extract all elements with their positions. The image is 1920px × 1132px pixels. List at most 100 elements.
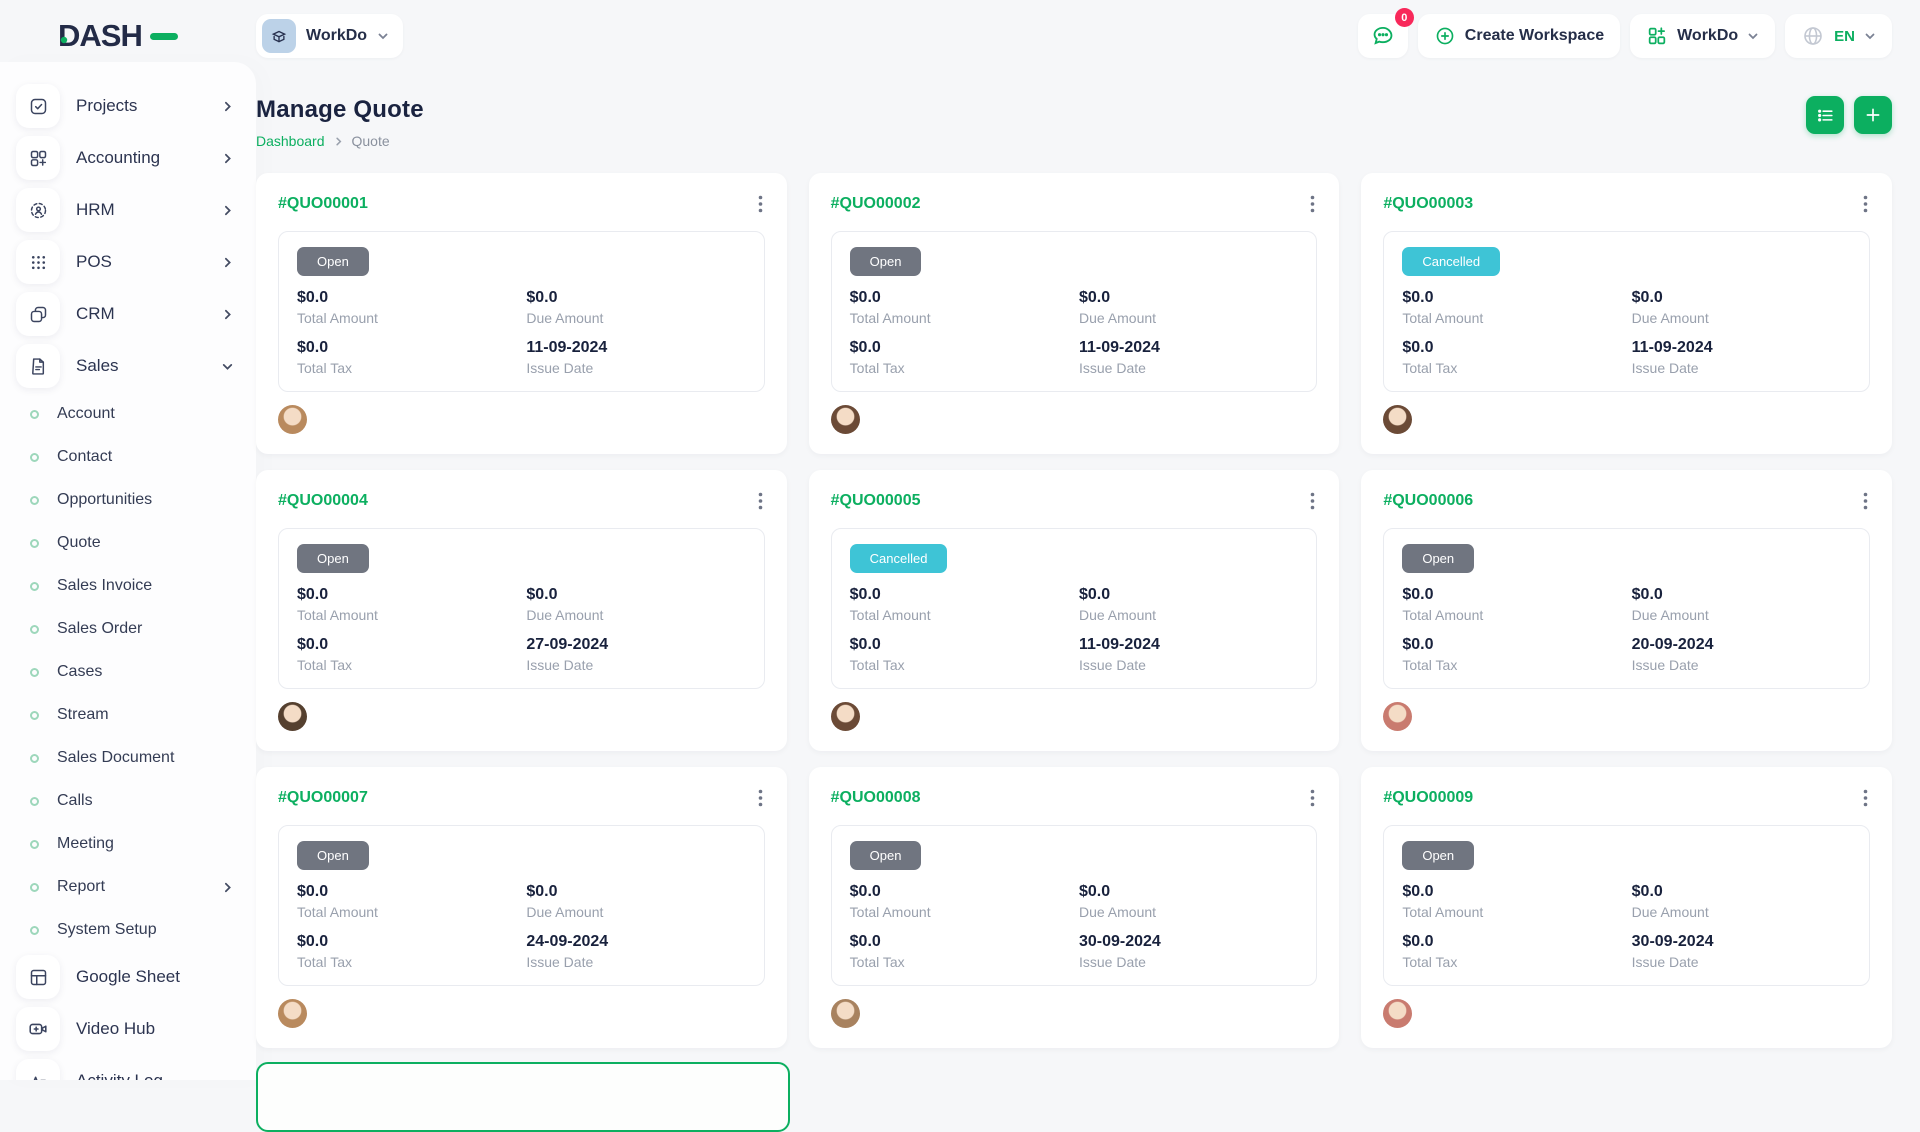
quote-id-link[interactable]: #QUO00008 [831, 789, 921, 807]
add-quote-button[interactable] [1854, 96, 1892, 134]
sidebar-subitem-meeting[interactable]: Meeting [16, 826, 242, 862]
total-tax-value: $0.0 [850, 933, 1069, 951]
sidebar-subitem-account[interactable]: Account [16, 396, 242, 432]
sidebar-subitem-cases[interactable]: Cases [16, 654, 242, 690]
brand-logo[interactable]: DASH [0, 16, 256, 56]
kebab-menu-icon[interactable] [756, 490, 765, 512]
total-amount-value: $0.0 [1402, 883, 1621, 901]
avatar[interactable] [1383, 702, 1412, 731]
app-switcher-button[interactable]: WorkDo [1630, 14, 1775, 58]
kebab-menu-icon[interactable] [1861, 490, 1870, 512]
sidebar-subitem-label: Opportunities [57, 491, 152, 509]
sidebar-subitem-sales-order[interactable]: Sales Order [16, 611, 242, 647]
add-quote-card[interactable] [256, 1062, 790, 1132]
sidebar-item-hrm[interactable]: HRM [16, 188, 242, 232]
avatar[interactable] [278, 405, 307, 434]
sidebar-subitem-label: Sales Order [57, 620, 142, 638]
sidebar-item-label: Video Hub [76, 1019, 155, 1039]
status-badge: Cancelled [1402, 247, 1500, 276]
bullet-circle-icon [30, 840, 39, 849]
sidebar-subitem-system-setup[interactable]: System Setup [16, 912, 242, 948]
avatar[interactable] [831, 999, 860, 1028]
total-tax-label: Total Tax [850, 954, 1069, 970]
chevron-right-icon [221, 881, 234, 894]
sidebar-subitem-contact[interactable]: Contact [16, 439, 242, 475]
quote-id-link[interactable]: #QUO00003 [1383, 195, 1473, 213]
create-workspace-button[interactable]: Create Workspace [1418, 14, 1620, 58]
quote-id-link[interactable]: #QUO00001 [278, 195, 368, 213]
sidebar-main-nav: Projects Accounting HRM POS CRM Sales [0, 84, 256, 388]
due-amount-label: Due Amount [1632, 607, 1851, 623]
kebab-menu-icon[interactable] [1308, 490, 1317, 512]
avatar[interactable] [831, 702, 860, 731]
chevron-down-icon [221, 360, 234, 373]
quote-card: #QUO00008 Open $0.0Total Amount $0.0Due … [809, 767, 1340, 1048]
sidebar-subitem-sales-invoice[interactable]: Sales Invoice [16, 568, 242, 604]
language-button[interactable]: EN [1785, 14, 1892, 58]
due-amount-label: Due Amount [1632, 904, 1851, 920]
sidebar-item-pos[interactable]: POS [16, 240, 242, 284]
sidebar-subitem-opportunities[interactable]: Opportunities [16, 482, 242, 518]
quotes-grid: #QUO00001 Open $0.0Total Amount $0.0Due … [256, 173, 1892, 1048]
quote-id-link[interactable]: #QUO00006 [1383, 492, 1473, 510]
total-amount-value: $0.0 [297, 586, 516, 604]
kebab-menu-icon[interactable] [1861, 787, 1870, 809]
kebab-menu-icon[interactable] [1861, 193, 1870, 215]
sidebar-subitem-label: Sales Invoice [57, 577, 152, 595]
quote-details-box: Open $0.0Total Amount $0.0Due Amount $0.… [831, 231, 1318, 392]
hrm-icon [16, 188, 60, 232]
avatar[interactable] [1383, 405, 1412, 434]
total-amount-value: $0.0 [1402, 289, 1621, 307]
main-content: Manage Quote Dashboard Quote #QUO00001 [256, 62, 1920, 1080]
total-tax-value: $0.0 [850, 636, 1069, 654]
sidebar-subitem-label: Account [57, 405, 115, 423]
sidebar-item-video-hub[interactable]: Video Hub [16, 1007, 242, 1051]
avatar[interactable] [278, 702, 307, 731]
messages-button[interactable]: 0 [1358, 14, 1408, 58]
sidebar-item-sales[interactable]: Sales [16, 344, 242, 388]
kebab-menu-icon[interactable] [756, 787, 765, 809]
kebab-menu-icon[interactable] [1308, 787, 1317, 809]
quote-id-link[interactable]: #QUO00005 [831, 492, 921, 510]
quote-id-link[interactable]: #QUO00009 [1383, 789, 1473, 807]
quote-details-box: Open $0.0Total Amount $0.0Due Amount $0.… [1383, 528, 1870, 689]
breadcrumb-dashboard-link[interactable]: Dashboard [256, 133, 325, 149]
issue-date-value: 11-09-2024 [526, 339, 745, 357]
sidebar-subitem-stream[interactable]: Stream [16, 697, 242, 733]
avatar[interactable] [1383, 999, 1412, 1028]
avatar[interactable] [278, 999, 307, 1028]
bullet-circle-icon [30, 539, 39, 548]
status-badge: Open [850, 247, 922, 276]
total-tax-value: $0.0 [297, 933, 516, 951]
chevron-right-icon [221, 152, 234, 165]
sidebar-subitem-quote[interactable]: Quote [16, 525, 242, 561]
list-view-button[interactable] [1806, 96, 1844, 134]
sidebar-subitem-sales-document[interactable]: Sales Document [16, 740, 242, 776]
sidebar-item-crm[interactable]: CRM [16, 292, 242, 336]
chevron-right-icon [221, 308, 234, 321]
quote-id-link[interactable]: #QUO00007 [278, 789, 368, 807]
issue-date-value: 30-09-2024 [1632, 933, 1851, 951]
avatar[interactable] [831, 405, 860, 434]
sidebar-subitem-report[interactable]: Report [16, 869, 242, 905]
globe-icon [1801, 24, 1825, 48]
sidebar-subitem-calls[interactable]: Calls [16, 783, 242, 819]
quote-id-link[interactable]: #QUO00004 [278, 492, 368, 510]
sidebar-item-activity-log[interactable]: Activity Log [16, 1059, 242, 1080]
sidebar-item-google-sheet[interactable]: Google Sheet [16, 955, 242, 999]
sidebar-item-accounting[interactable]: Accounting [16, 136, 242, 180]
sidebar-item-projects[interactable]: Projects [16, 84, 242, 128]
accounting-icon [16, 136, 60, 180]
kebab-menu-icon[interactable] [1308, 193, 1317, 215]
total-amount-label: Total Amount [1402, 310, 1621, 326]
quote-id-link[interactable]: #QUO00002 [831, 195, 921, 213]
issue-date-value: 11-09-2024 [1632, 339, 1851, 357]
quote-card: #QUO00001 Open $0.0Total Amount $0.0Due … [256, 173, 787, 454]
create-workspace-label: Create Workspace [1465, 27, 1604, 45]
due-amount-label: Due Amount [1632, 310, 1851, 326]
due-amount-label: Due Amount [1079, 310, 1298, 326]
due-amount-value: $0.0 [526, 586, 745, 604]
workspace-switcher[interactable]: WorkDo [256, 14, 403, 58]
kebab-menu-icon[interactable] [756, 193, 765, 215]
breadcrumb: Dashboard Quote [256, 133, 424, 149]
